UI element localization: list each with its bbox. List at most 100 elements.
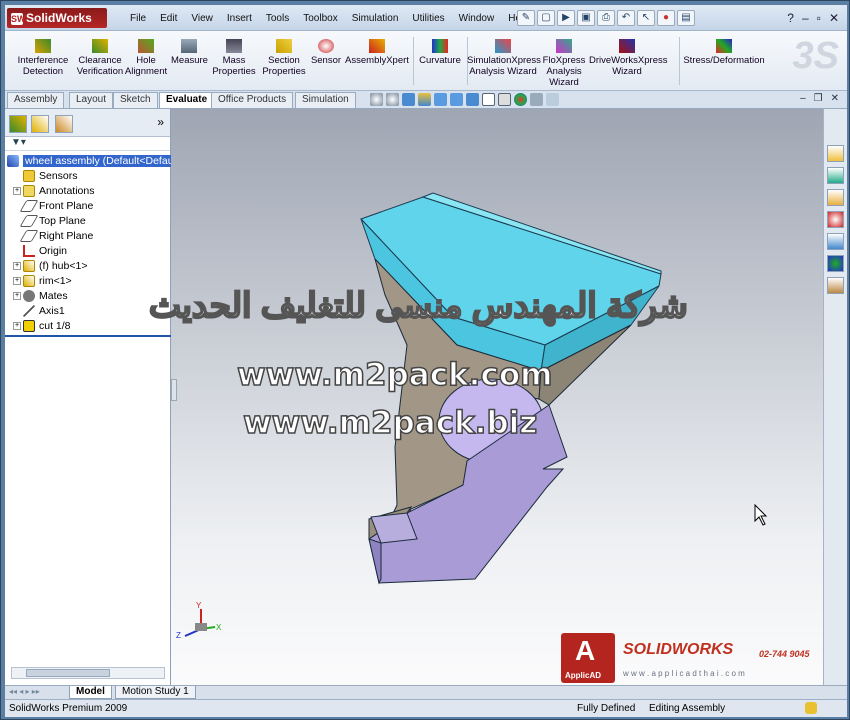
pin-icon[interactable]: ✎ [517, 10, 535, 26]
mass-properties-button[interactable]: Mass Properties [211, 39, 257, 77]
propertymanager-tab-icon[interactable] [31, 115, 49, 133]
realview-icon[interactable] [514, 93, 527, 106]
featuremanager-tab-icon[interactable] [9, 115, 27, 133]
edit-appearance-icon[interactable] [482, 93, 495, 106]
tab-simulation[interactable]: Simulation [295, 92, 356, 108]
tree-item-hub[interactable]: + (f) hub<1> [13, 258, 87, 273]
tree-item-axis1[interactable]: Axis1 [13, 303, 65, 318]
simulationxpress-button[interactable]: SimulationXpress Analysis Wizard [467, 39, 541, 77]
shadows-icon[interactable] [530, 93, 543, 106]
clearance-verification-button[interactable]: Clearance Verification [71, 39, 129, 77]
tab-layout[interactable]: Layout [69, 92, 114, 108]
apply-scene-icon[interactable] [498, 93, 511, 106]
print-icon[interactable]: ⎙ [597, 10, 615, 26]
custom-properties-icon[interactable] [827, 277, 844, 294]
restore-icon[interactable]: ▫ [817, 11, 821, 25]
zoom-to-area-icon[interactable] [386, 93, 399, 106]
watermark-url-com: www.m2pack.com [236, 356, 553, 394]
display-style-icon[interactable] [450, 93, 463, 106]
filter-dropdown[interactable]: ▼▾ [5, 137, 170, 151]
horizontal-scrollbar[interactable] [11, 667, 165, 679]
section-view-icon[interactable] [418, 93, 431, 106]
zoom-to-fit-icon[interactable] [370, 93, 383, 106]
rollback-bar[interactable] [5, 335, 171, 337]
doc-minimize-icon[interactable]: – [800, 93, 806, 104]
arabic-watermark: شركة المهندس منسى للتغليف الحديث [148, 286, 688, 326]
menu-simulation[interactable]: Simulation [345, 11, 406, 26]
menu-view[interactable]: View [184, 11, 220, 26]
save-icon[interactable]: ▣ [577, 10, 595, 26]
appearances-icon[interactable] [827, 255, 844, 272]
doc-window-controls: – ❐ ✕ [800, 93, 839, 104]
menu-insert[interactable]: Insert [220, 11, 259, 26]
menu-utilities[interactable]: Utilities [405, 11, 451, 26]
rebuild-icon[interactable]: ● [657, 10, 675, 26]
curvature-icon [432, 39, 448, 53]
tree-item-annotations[interactable]: + Annotations [13, 183, 94, 198]
menu-file[interactable]: File [123, 11, 153, 26]
sensor-button[interactable]: Sensor [309, 39, 343, 66]
tree-item-right-plane[interactable]: Right Plane [13, 228, 93, 243]
tree-item-mates[interactable]: + Mates [13, 288, 68, 303]
tab-assembly[interactable]: Assembly [7, 92, 65, 108]
menu-tools[interactable]: Tools [259, 11, 296, 26]
rebuild-status-icon[interactable] [805, 702, 817, 714]
search-icon[interactable] [827, 211, 844, 228]
expand-panel-icon[interactable]: » [157, 115, 164, 129]
view-palette-icon[interactable] [827, 233, 844, 250]
view-settings-icon[interactable] [546, 93, 559, 106]
doc-restore-icon[interactable]: ❐ [814, 93, 823, 104]
options-icon[interactable]: ▤ [677, 10, 695, 26]
menu-edit[interactable]: Edit [153, 11, 184, 26]
tree-root[interactable]: wheel assembly (Default<Defau [7, 153, 176, 168]
section-properties-button[interactable]: Section Properties [259, 39, 309, 77]
menu-window[interactable]: Window [452, 11, 502, 26]
tab-model[interactable]: Model [69, 686, 112, 699]
tree-item-cut[interactable]: + cut 1/8 [13, 318, 71, 333]
tree-item-sensors[interactable]: Sensors [13, 168, 78, 183]
expand-icon[interactable]: + [13, 321, 21, 330]
stress-deformation-button[interactable]: Stress/Deformation [683, 39, 765, 66]
undo-icon[interactable]: ↶ [617, 10, 635, 26]
help-icon[interactable]: ? [787, 11, 794, 25]
tree-item-origin[interactable]: Origin [13, 243, 67, 258]
expand-icon[interactable]: + [13, 261, 21, 270]
minimize-icon[interactable]: – [802, 11, 809, 25]
open-folder-icon[interactable]: ▶ [557, 10, 575, 26]
measure-button[interactable]: Measure [171, 39, 208, 66]
expand-icon[interactable]: + [13, 291, 21, 300]
design-library-icon[interactable] [827, 167, 844, 184]
tab-motion-study[interactable]: Motion Study 1 [115, 686, 196, 699]
hole-alignment-button[interactable]: Hole Alignment [123, 39, 169, 77]
graphics-area[interactable]: Y Z X [171, 109, 823, 685]
tab-scroll-arrows[interactable]: ◂◂ ◂ ▸ ▸▸ [9, 687, 40, 696]
curvature-button[interactable]: Curvature [415, 39, 465, 66]
tree-item-rim[interactable]: + rim<1> [13, 273, 72, 288]
driveworksxpress-button[interactable]: DriveWorksXpress Wizard [589, 39, 667, 77]
floxpress-button[interactable]: FloXpress Analysis Wizard [539, 39, 589, 88]
tab-office-products[interactable]: Office Products [211, 92, 294, 108]
tab-evaluate[interactable]: Evaluate [159, 92, 215, 108]
hide-show-items-icon[interactable] [466, 93, 479, 106]
solidworks-logo[interactable]: SWSolidWorks [7, 8, 107, 28]
main-menu: File Edit View Insert Tools Toolbox Simu… [123, 11, 536, 26]
panel-splitter[interactable] [171, 379, 177, 401]
menu-toolbox[interactable]: Toolbox [296, 11, 344, 26]
assemblyxpert-button[interactable]: AssemblyXpert [345, 39, 409, 66]
configurationmanager-tab-icon[interactable] [55, 115, 73, 133]
doc-close-icon[interactable]: ✕ [831, 93, 839, 104]
tree-item-top-plane[interactable]: Top Plane [13, 213, 86, 228]
expand-icon[interactable]: + [13, 276, 21, 285]
file-explorer-icon[interactable] [827, 189, 844, 206]
select-arrow-icon[interactable]: ↖ [637, 10, 655, 26]
view-orientation-icon[interactable] [434, 93, 447, 106]
expand-icon[interactable]: + [13, 186, 21, 195]
new-document-icon[interactable]: ▢ [537, 10, 555, 26]
tab-sketch[interactable]: Sketch [113, 92, 158, 108]
previous-view-icon[interactable] [402, 93, 415, 106]
home-icon[interactable] [827, 145, 844, 162]
interference-detection-button[interactable]: Interference Detection [11, 39, 75, 77]
tree-item-front-plane[interactable]: Front Plane [13, 198, 93, 213]
close-icon[interactable]: ✕ [829, 11, 839, 25]
scrollbar-thumb[interactable] [26, 669, 110, 677]
